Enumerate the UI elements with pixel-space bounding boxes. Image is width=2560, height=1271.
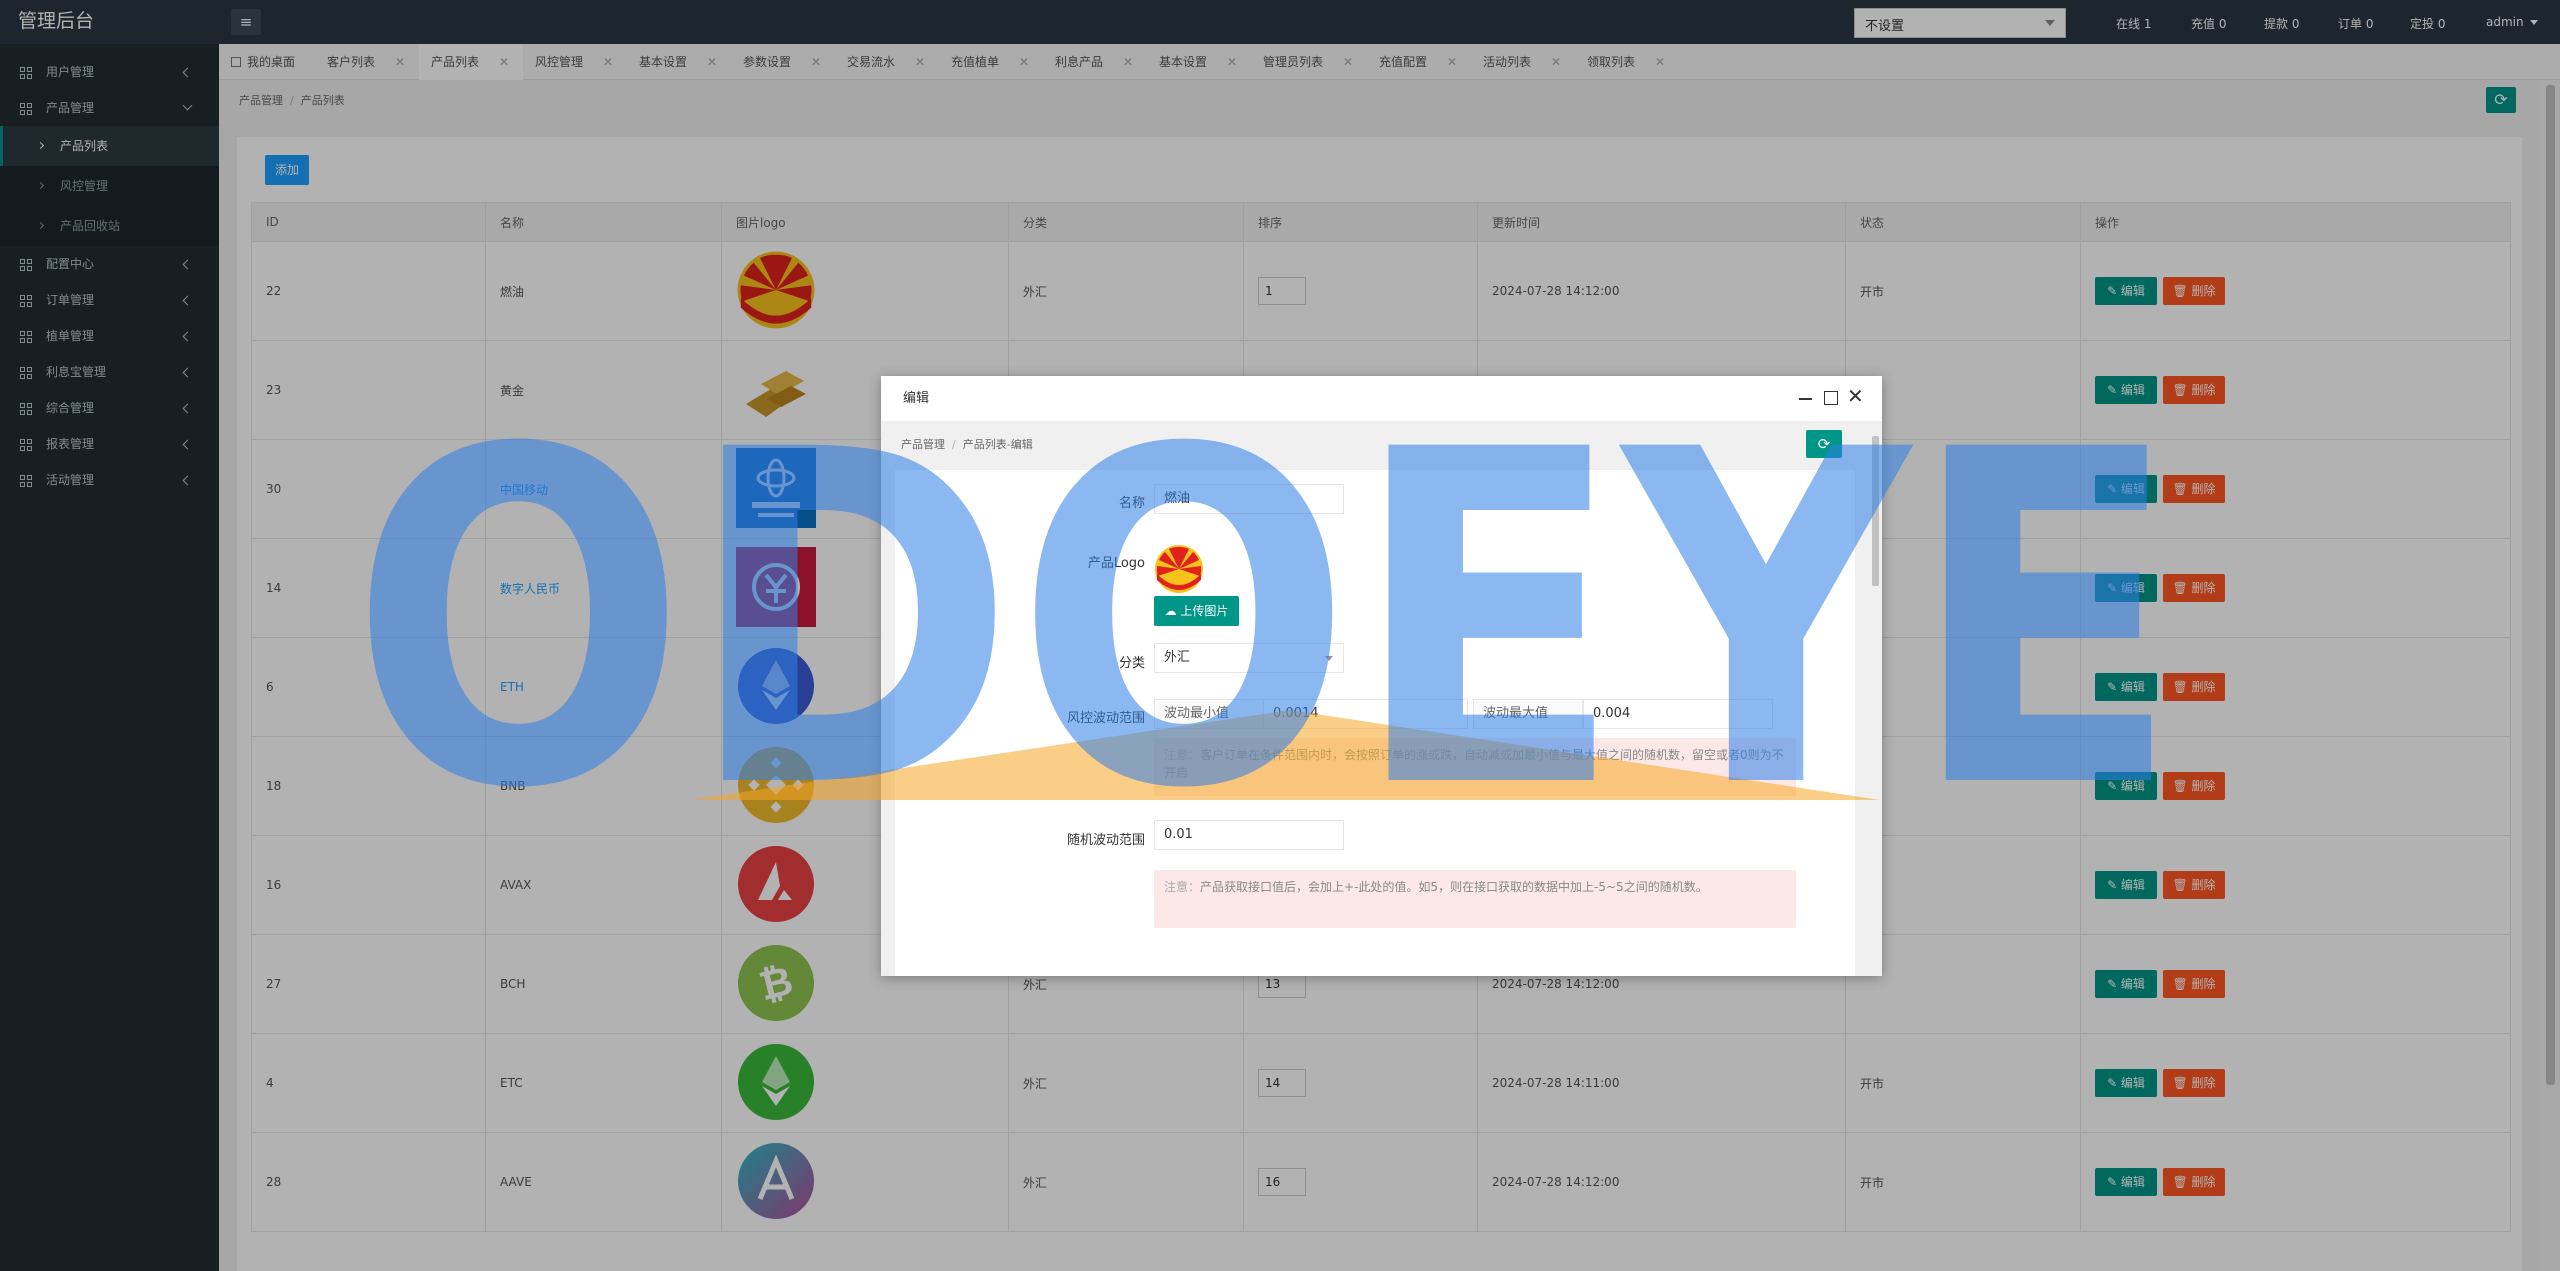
name-label: 名称 [1118,496,1145,511]
modal-body: 产品管理 / 产品列表-编辑 ⟳ 名称 燃油 产品Logo ☁ 上传图片 分类 … [881,422,1869,976]
edit-form: 名称 燃油 产品Logo ☁ 上传图片 分类 外汇 风控波动范围 波动最小值 0… [895,470,1855,976]
note-prefix: 注意： [1164,748,1201,762]
random-note: 注意：产品获取接口值后，会加上+-此处的值。如5，则在接口获取的数据中加上-5~… [1154,870,1796,928]
chevron-down-icon [1325,656,1333,661]
note-prefix: 注意： [1164,880,1201,894]
modal-scroll-thumb[interactable] [1872,436,1879,586]
risk-note: 注意：客户订单在条件范围内时，会按照订单的涨或跌，自动减或加最小值与最大值之间的… [1154,738,1796,796]
category-value: 外汇 [1164,650,1191,665]
upload-label: 上传图片 [1180,604,1229,618]
modal-title: 编辑 [881,376,1882,422]
modal-scrollbar[interactable] [1869,422,1882,976]
name-input[interactable]: 燃油 [1154,484,1344,514]
min-fluctuation-input[interactable]: 0.0014 [1263,699,1468,729]
note-text: 产品获取接口值后，会加上+-此处的值。如5，则在接口获取的数据中加上-5~5之间… [1200,880,1708,894]
risk-range-label: 风控波动范围 [1066,711,1145,726]
product-logo-preview [1154,544,1204,594]
maximize-icon[interactable] [1824,391,1838,405]
logo-label: 产品Logo [1087,556,1145,571]
petrochina-logo [1155,545,1203,593]
edit-modal: 编辑 ✕ 产品管理 / 产品列表-编辑 ⟳ 名称 燃油 产品Logo ☁ 上传图… [881,376,1882,976]
category-select[interactable]: 外汇 [1154,643,1344,673]
minimize-icon[interactable] [1799,398,1812,400]
min-fluctuation-label: 波动最小值 [1154,699,1264,729]
cloud-upload-icon: ☁ [1164,604,1181,618]
random-range-input[interactable]: 0.01 [1154,820,1344,850]
modal-breadcrumb-current: 产品列表-编辑 [962,438,1033,451]
upload-image-button[interactable]: ☁ 上传图片 [1154,596,1239,626]
modal-breadcrumb-parent[interactable]: 产品管理 [901,438,945,451]
modal-refresh-button[interactable]: ⟳ [1806,430,1842,458]
modal-breadcrumb: 产品管理 / 产品列表-编辑 [901,438,1033,451]
max-fluctuation-label: 波动最大值 [1473,699,1583,729]
category-label: 分类 [1118,656,1145,671]
random-range-label: 随机波动范围 [1066,833,1145,848]
close-icon[interactable]: ✕ [1847,384,1864,408]
max-fluctuation-input[interactable]: 0.004 [1583,699,1773,729]
note-text: 客户订单在条件范围内时，会按照订单的涨或跌，自动减或加最小值与最大值之间的随机数… [1164,748,1784,780]
